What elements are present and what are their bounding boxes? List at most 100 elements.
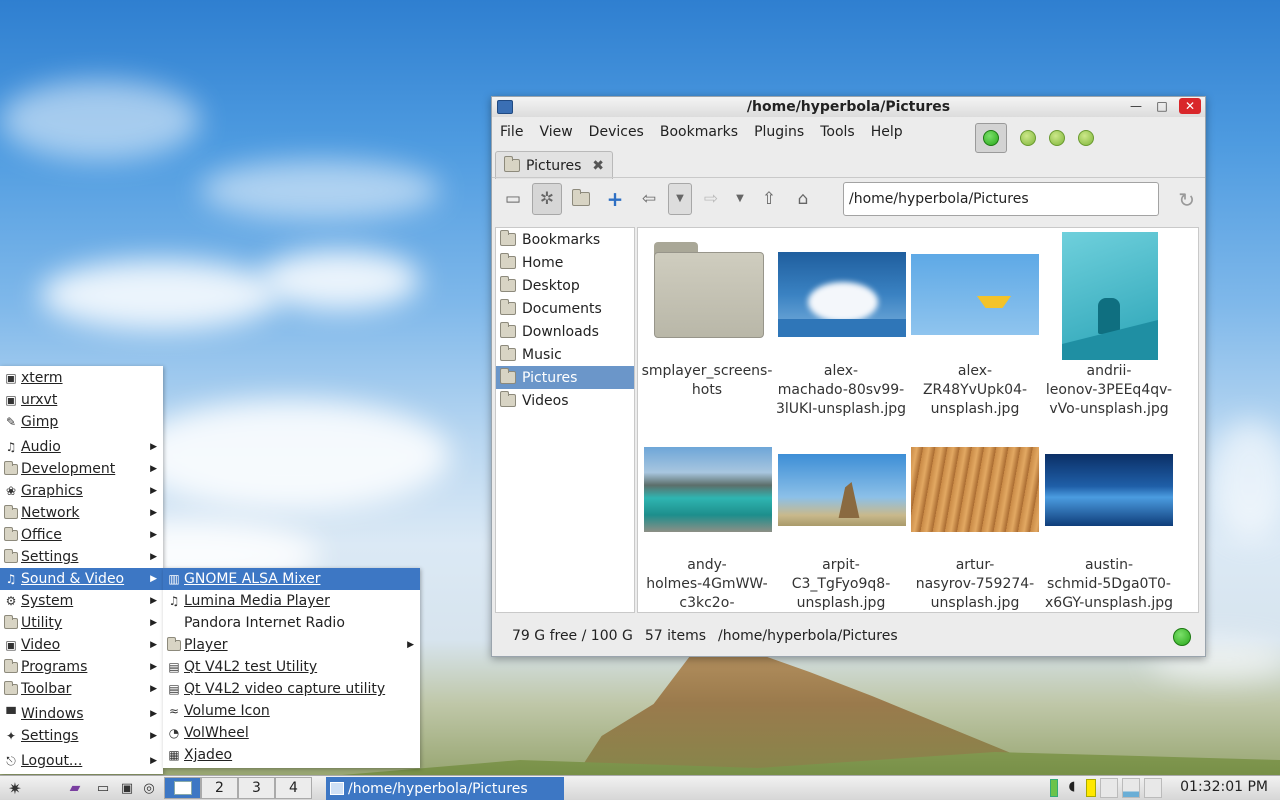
panel-toggle-3[interactable] [1049, 130, 1065, 146]
menu-item-logout[interactable]: ⎋ Logout... ▶ [0, 750, 163, 772]
window-titlebar[interactable]: /home/hyperbola/Pictures — □ ✕ [492, 97, 1205, 117]
image-thumbnail[interactable] [644, 447, 772, 532]
file-item[interactable]: alex- machado-80sv99- 3lUKI-unsplash.jpg [774, 362, 908, 419]
sidebar-item-documents[interactable]: Documents [496, 297, 634, 320]
menu-item-pandora-radio[interactable]: Pandora Internet Radio [163, 612, 420, 634]
file-item[interactable]: andrii- leonov-3PEEq4qv- vVo-unsplash.jp… [1042, 362, 1176, 419]
panel-toggle-2[interactable] [1020, 130, 1036, 146]
file-item[interactable]: austin- schmid-5Dga0T0- x6GY-unsplash.jp… [1042, 556, 1176, 612]
menu-category-settings[interactable]: Settings ▶ [0, 546, 163, 568]
menu-category-office[interactable]: Office ▶ [0, 524, 163, 546]
up-icon[interactable]: ⇧ [754, 183, 784, 215]
workspace-1[interactable] [164, 777, 201, 799]
folder-thumbnail[interactable] [654, 242, 764, 338]
file-name-line: unsplash.jpg [930, 401, 1020, 417]
menu-item-volwheel[interactable]: ◔ VolWheel [163, 722, 420, 744]
new-folder-icon[interactable] [566, 183, 596, 215]
menu-plugins[interactable]: Plugins [746, 124, 812, 140]
workspace-4[interactable]: 4 [275, 777, 312, 799]
start-menu-button[interactable]: ✷ [0, 777, 30, 799]
tab-close-icon[interactable]: ✖ [592, 158, 604, 174]
menu-category-graphics[interactable]: ❀ Graphics ▶ [0, 480, 163, 502]
menu-item-qt-v4l2-test[interactable]: ▤ Qt V4L2 test Utility [163, 656, 420, 678]
menu-item-xterm[interactable]: ▣ xterm [0, 367, 163, 389]
path-input[interactable]: /home/hyperbola/Pictures [843, 182, 1159, 216]
menu-item-qt-v4l2-capture[interactable]: ▤ Qt V4L2 video capture utility [163, 678, 420, 700]
menu-item-player[interactable]: Player ▶ [163, 634, 420, 656]
menu-category-video[interactable]: ▣ Video ▶ [0, 634, 163, 656]
menu-file[interactable]: File [500, 124, 531, 140]
image-thumbnail[interactable] [911, 254, 1039, 335]
menu-tools[interactable]: Tools [812, 124, 863, 140]
minimize-button[interactable]: — [1127, 98, 1145, 114]
battery-icon[interactable] [1050, 779, 1058, 797]
menu-category-programs[interactable]: Programs ▶ [0, 656, 163, 678]
menu-category-development[interactable]: Development ▶ [0, 458, 163, 480]
menu-bookmarks[interactable]: Bookmarks [652, 124, 746, 140]
tab-pictures[interactable]: Pictures ✖ [495, 151, 613, 179]
panel-toggle-4[interactable] [1078, 130, 1094, 146]
menu-category-sound-video[interactable]: ♫ Sound & Video ▶ [0, 568, 163, 590]
home-icon[interactable]: ⌂ [788, 183, 818, 215]
clock[interactable]: 01:32:01 PM [1180, 779, 1268, 795]
browser-launcher-icon[interactable]: ◎ [138, 777, 160, 799]
add-icon[interactable]: + [600, 183, 630, 215]
menu-view[interactable]: View [531, 124, 580, 140]
maximize-button[interactable]: □ [1153, 98, 1171, 114]
terminal-launcher-icon[interactable]: ▣ [116, 777, 138, 799]
menu-item-label: VolWheel [184, 725, 249, 741]
folder-icon [4, 460, 18, 475]
file-item[interactable]: artur- nasyrov-759274- unsplash.jpg [908, 556, 1042, 612]
sidebar-item-bookmarks[interactable]: Bookmarks [496, 228, 634, 251]
volume-tray-icon[interactable]: ◖ [1062, 779, 1082, 797]
menu-item-urxvt[interactable]: ▣ urxvt [0, 389, 163, 411]
back-history-dropdown[interactable]: ▼ [668, 182, 692, 215]
file-item[interactable]: andy- holmes-4GmWW- c3kc2o- [640, 556, 774, 612]
menu-devices[interactable]: Devices [581, 124, 652, 140]
forward-icon[interactable]: ⇨ [696, 183, 726, 215]
menu-item-wm-settings[interactable]: ✦ Settings ▶ [0, 725, 163, 747]
video-icon: ▣ [5, 638, 17, 652]
image-thumbnail[interactable] [778, 252, 906, 337]
sidebar-item-home[interactable]: Home [496, 251, 634, 274]
image-thumbnail[interactable] [911, 447, 1039, 532]
menu-item-gimp[interactable]: ✎ Gimp [0, 411, 163, 433]
menu-category-network[interactable]: Network ▶ [0, 502, 163, 524]
menu-category-toolbar[interactable]: Toolbar ▶ [0, 678, 163, 700]
menu-category-audio[interactable]: ♫ Audio ▶ [0, 436, 163, 458]
back-icon[interactable]: ⇦ [634, 183, 664, 215]
submenu-arrow-icon: ▶ [150, 596, 157, 606]
image-thumbnail[interactable] [1045, 454, 1173, 526]
menu-item-windows[interactable]: ▀ Windows ▶ [0, 703, 163, 725]
menu-item-label: Audio [21, 439, 61, 455]
sidebar-item-music[interactable]: Music [496, 343, 634, 366]
close-button[interactable]: ✕ [1179, 98, 1201, 114]
menu-item-xjadeo[interactable]: ▦ Xjadeo [163, 744, 420, 766]
menu-help[interactable]: Help [863, 124, 911, 140]
menu-category-utility[interactable]: Utility ▶ [0, 612, 163, 634]
folder-icon [4, 680, 18, 695]
launcher-icon[interactable]: ▰ [60, 777, 90, 799]
taskbar-task-file-manager[interactable]: /home/hyperbola/Pictures [326, 777, 564, 800]
file-item[interactable]: alex- ZR48YvUpk04- unsplash.jpg [908, 362, 1042, 419]
file-item[interactable]: smplayer_screens- hots [640, 362, 774, 400]
sidebar-item-pictures[interactable]: Pictures [496, 366, 634, 389]
reload-icon[interactable]: ↻ [1178, 188, 1195, 212]
file-manager-launcher-icon[interactable]: ▭ [90, 777, 116, 799]
forward-history-dropdown[interactable]: ▼ [730, 183, 750, 215]
sidebar-item-desktop[interactable]: Desktop [496, 274, 634, 297]
menu-item-lumina-media-player[interactable]: ♫ Lumina Media Player [163, 590, 420, 612]
image-thumbnail[interactable] [1062, 232, 1158, 360]
menu-item-volume-icon[interactable]: ≈ Volume Icon [163, 700, 420, 722]
video-icon: ▤ [168, 660, 180, 674]
sidebar-item-videos[interactable]: Videos [496, 389, 634, 412]
workspace-3[interactable]: 3 [238, 777, 275, 799]
new-tab-icon[interactable]: ✲ [532, 182, 562, 215]
menu-category-system[interactable]: ⚙ System ▶ [0, 590, 163, 612]
menu-item-gnome-alsa-mixer[interactable]: ▥ GNOME ALSA Mixer [163, 568, 420, 590]
sidebar-item-downloads[interactable]: Downloads [496, 320, 634, 343]
file-item[interactable]: arpit- C3_TgFyo9q8- unsplash.jpg [774, 556, 908, 612]
drive-icon[interactable]: ▭ [498, 183, 528, 215]
workspace-2[interactable]: 2 [201, 777, 238, 799]
image-thumbnail[interactable] [778, 454, 906, 526]
